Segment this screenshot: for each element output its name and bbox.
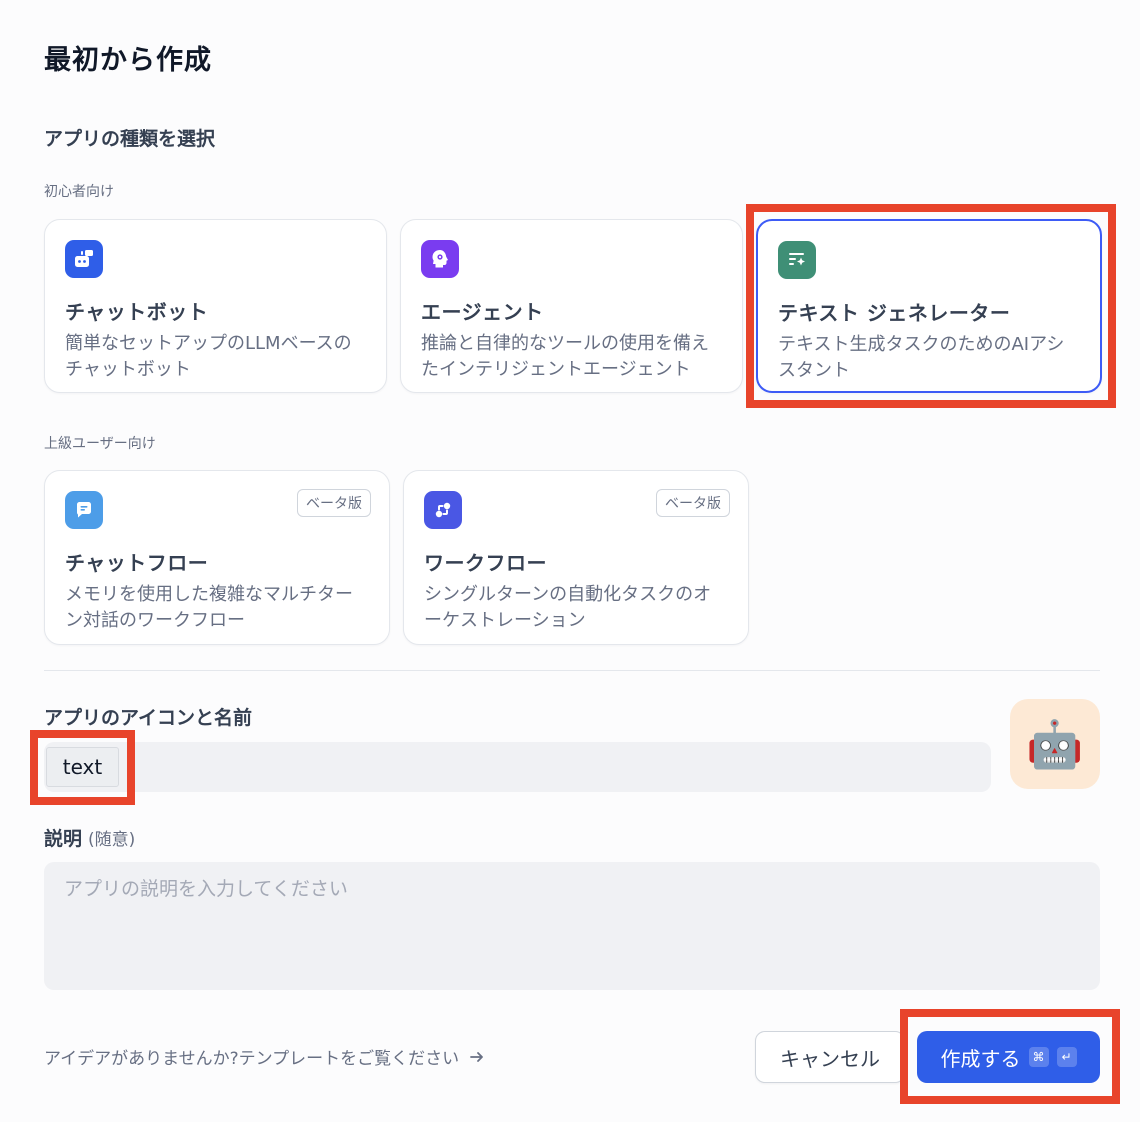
card-title: ワークフロー — [424, 551, 547, 575]
chat-bot-icon — [65, 240, 103, 278]
app-type-card-chatbot[interactable]: チャットボット 簡単なセットアップのLLMベースのチャットボット — [44, 219, 387, 393]
chatflow-icon — [65, 491, 103, 529]
section-divider — [44, 670, 1100, 671]
icon-name-label: アプリのアイコンと名前 — [44, 707, 253, 729]
description-label: 説明 — [44, 828, 83, 850]
card-title: テキスト ジェネレーター — [778, 301, 1011, 325]
robot-icon: 🤖 — [1026, 717, 1084, 771]
card-title: エージェント — [421, 300, 544, 324]
app-type-card-agent[interactable]: エージェント 推論と自律的なツールの使用を備えたインテリジェントエージェント — [400, 219, 743, 393]
app-name-input[interactable] — [44, 742, 991, 792]
command-key-icon: ⌘ — [1028, 1047, 1049, 1067]
description-textarea[interactable] — [44, 862, 1100, 990]
app-type-card-text-generator[interactable]: テキスト ジェネレーター テキスト生成タスクのためのAIアシスタント — [756, 219, 1102, 393]
template-link-text: アイデアがありませんか?テンプレートをご覧ください — [44, 1049, 460, 1069]
template-link[interactable]: アイデアがありませんか?テンプレートをご覧ください — [44, 1044, 485, 1069]
app-type-card-chatflow[interactable]: ベータ版 チャットフロー メモリを使用した複雑なマルチターン対話のワークフロー — [44, 470, 390, 645]
agent-icon — [421, 240, 459, 278]
cancel-button[interactable]: キャンセル — [755, 1031, 905, 1083]
optional-label: (随意) — [88, 830, 136, 850]
app-type-heading: アプリの種類を選択 — [44, 128, 216, 150]
enter-key-icon: ↵ — [1056, 1047, 1077, 1067]
beta-badge: ベータ版 — [297, 489, 371, 517]
text-generator-icon — [778, 241, 816, 279]
card-description: メモリを使用した複雑なマルチターン対話のワークフロー — [65, 584, 353, 631]
card-description: 簡単なセットアップのLLMベースのチャットボット — [65, 333, 352, 380]
arrow-right-icon — [470, 1051, 484, 1062]
create-button[interactable]: 作成する ⌘ ↵ — [917, 1031, 1100, 1083]
card-title: チャットボット — [65, 300, 209, 324]
app-type-card-workflow[interactable]: ベータ版 ワークフロー シングルターンの自動化タスクのオーケストレーション — [403, 470, 749, 645]
advanced-group-label: 上級ユーザー向け — [44, 436, 156, 452]
description-label-row: 説明 (随意) — [44, 824, 135, 851]
workflow-icon — [424, 491, 462, 529]
beginner-group-label: 初心者向け — [44, 184, 114, 200]
card-title: チャットフロー — [65, 551, 209, 575]
card-description: 推論と自律的なツールの使用を備えたインテリジェントエージェント — [421, 333, 709, 380]
page-title: 最初から作成 — [44, 45, 212, 76]
card-description: テキスト生成タスクのためのAIアシスタント — [778, 334, 1065, 381]
beta-badge: ベータ版 — [656, 489, 730, 517]
create-button-label: 作成する — [940, 1046, 1021, 1071]
app-name-value[interactable]: text — [46, 747, 119, 787]
card-description: シングルターンの自動化タスクのオーケストレーション — [424, 584, 712, 631]
app-icon-picker[interactable]: 🤖 — [1010, 699, 1100, 789]
